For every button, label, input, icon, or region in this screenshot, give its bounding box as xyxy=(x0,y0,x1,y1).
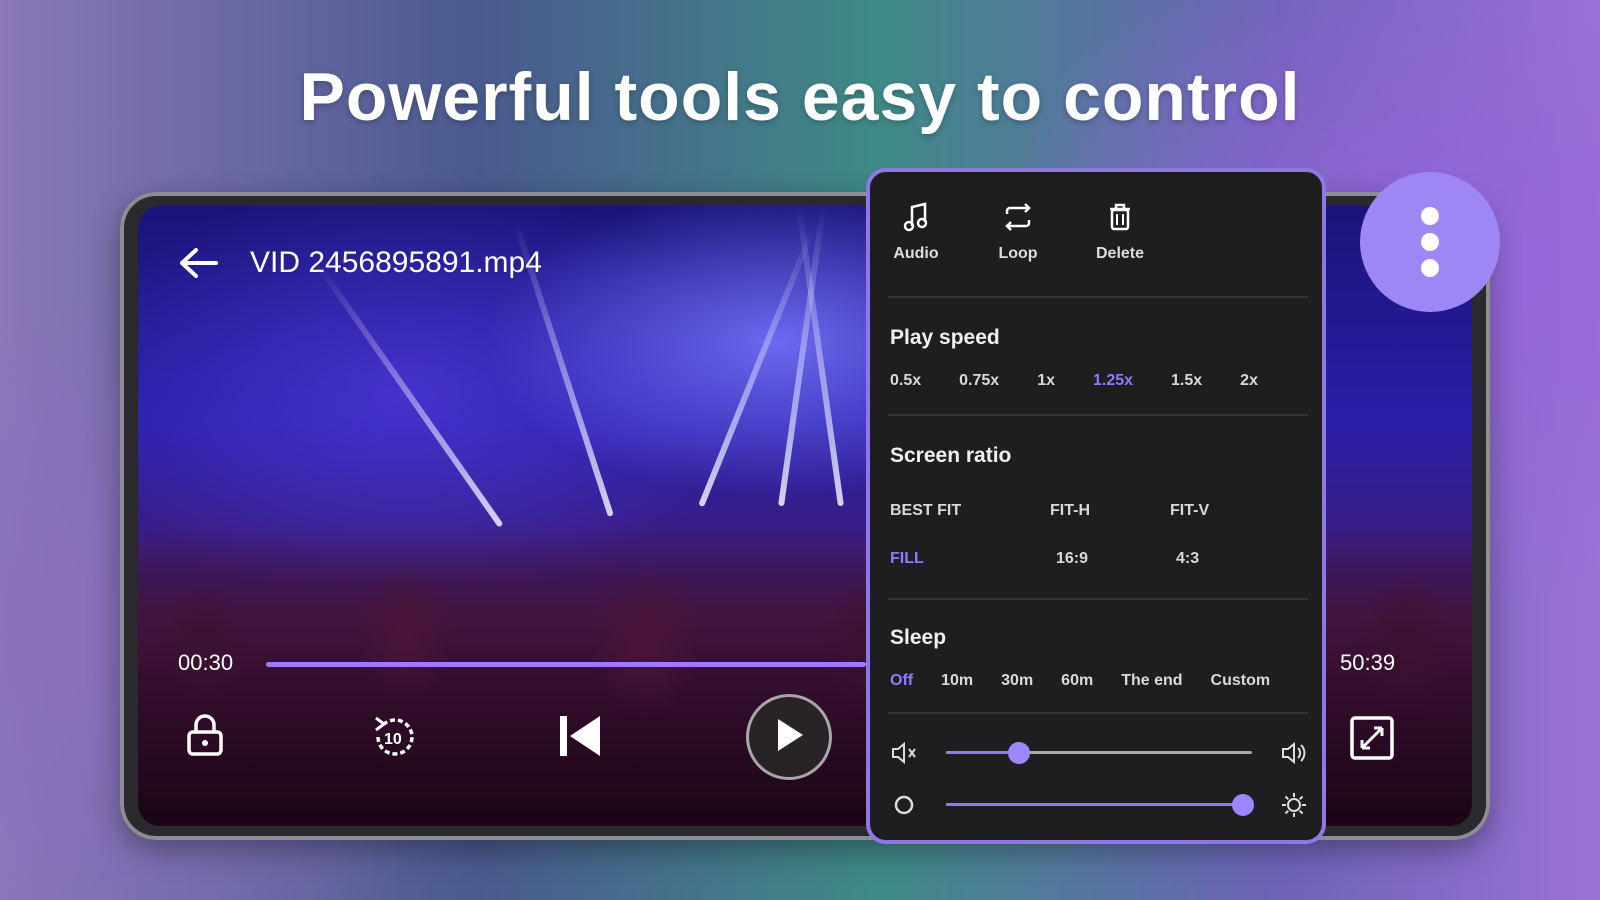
loop-button[interactable]: Loop xyxy=(990,202,1046,263)
headline: Powerful tools easy to control xyxy=(299,59,1301,135)
speed-option-0.5x[interactable]: 0.5x xyxy=(890,372,921,390)
brightness-slider[interactable] xyxy=(946,794,1254,816)
brightness-knob[interactable] xyxy=(1231,794,1254,816)
sleep-option-60m[interactable]: 60m xyxy=(1061,672,1093,690)
ratio-option-fit-h[interactable]: FIT-H xyxy=(1050,502,1170,520)
speed-option-1x[interactable]: 1x xyxy=(1037,372,1055,390)
volume-slider-row xyxy=(890,738,1310,768)
sleep-option-off[interactable]: Off xyxy=(890,672,913,690)
more-vert-icon xyxy=(1421,207,1439,277)
speed-option-1.5x[interactable]: 1.5x xyxy=(1171,372,1202,390)
screen-ratio-row-1: BEST FIT FIT-H FIT-V xyxy=(890,502,1290,520)
ratio-option-best-fit[interactable]: BEST FIT xyxy=(890,502,1050,520)
quick-actions: Audio Loop Delete xyxy=(888,202,1148,263)
screen-ratio-title: Screen ratio xyxy=(890,444,1012,467)
play-button[interactable] xyxy=(746,694,832,780)
play-speed-title: Play speed xyxy=(890,326,1000,349)
fullscreen-icon[interactable] xyxy=(1350,716,1394,765)
volume-slider[interactable] xyxy=(946,742,1252,764)
brightness-slider-row xyxy=(890,790,1310,820)
audio-button[interactable]: Audio xyxy=(888,202,944,263)
skip-previous-icon[interactable] xyxy=(558,714,602,763)
volume-mute-icon[interactable] xyxy=(890,740,918,771)
sleep-option-custom[interactable]: Custom xyxy=(1211,672,1271,690)
brightness-low-icon[interactable] xyxy=(892,793,916,822)
sleep-options: Off 10m 30m 60m The end Custom xyxy=(890,672,1270,690)
delete-button[interactable]: Delete xyxy=(1092,202,1148,263)
ratio-option-fill[interactable]: FILL xyxy=(890,550,1056,568)
loop-label: Loop xyxy=(998,245,1038,262)
sleep-option-10m[interactable]: 10m xyxy=(941,672,973,690)
volume-up-icon[interactable] xyxy=(1280,740,1308,771)
rewind-10-icon[interactable]: 10 xyxy=(366,712,420,767)
volume-knob[interactable] xyxy=(1008,742,1031,764)
play-icon xyxy=(772,716,806,759)
divider xyxy=(888,296,1308,298)
loop-icon xyxy=(1001,202,1035,237)
back-arrow-icon[interactable] xyxy=(178,246,220,280)
video-title: VID 2456895891.mp4 xyxy=(250,246,542,279)
brightness-fill xyxy=(946,803,1243,806)
speed-option-0.75x[interactable]: 0.75x xyxy=(959,372,999,390)
sleep-option-30m[interactable]: 30m xyxy=(1001,672,1033,690)
music-note-icon xyxy=(903,202,929,237)
rewind-10-label: 10 xyxy=(384,731,402,748)
play-speed-options: 0.5x 0.75x 1x 1.25x 1.5x 2x xyxy=(890,372,1258,390)
more-options-button[interactable] xyxy=(1360,172,1500,312)
divider xyxy=(888,414,1308,416)
lock-icon[interactable] xyxy=(184,712,226,763)
delete-label: Delete xyxy=(1095,245,1145,262)
ratio-option-fit-v[interactable]: FIT-V xyxy=(1170,502,1290,520)
ratio-option-4-3[interactable]: 4:3 xyxy=(1176,550,1296,568)
divider xyxy=(888,598,1308,600)
sleep-option-the-end[interactable]: The end xyxy=(1121,672,1182,690)
ratio-option-16-9[interactable]: 16:9 xyxy=(1056,550,1176,568)
brightness-high-icon[interactable] xyxy=(1280,791,1308,824)
divider xyxy=(888,712,1308,714)
sleep-title: Sleep xyxy=(890,626,947,649)
audio-label: Audio xyxy=(893,245,939,262)
trash-icon xyxy=(1107,202,1133,237)
current-time: 00:30 xyxy=(178,650,234,675)
light-beam xyxy=(314,262,504,528)
seek-bar[interactable] xyxy=(266,662,866,667)
player-settings-panel: Audio Loop Delete Play speed 0.5x 0.75x … xyxy=(866,168,1326,844)
total-time: 50:39 xyxy=(1340,650,1396,675)
speed-option-1.25x[interactable]: 1.25x xyxy=(1093,372,1133,390)
speed-option-2x[interactable]: 2x xyxy=(1240,372,1258,390)
screen-ratio-row-2: FILL 16:9 4:3 xyxy=(890,550,1296,568)
